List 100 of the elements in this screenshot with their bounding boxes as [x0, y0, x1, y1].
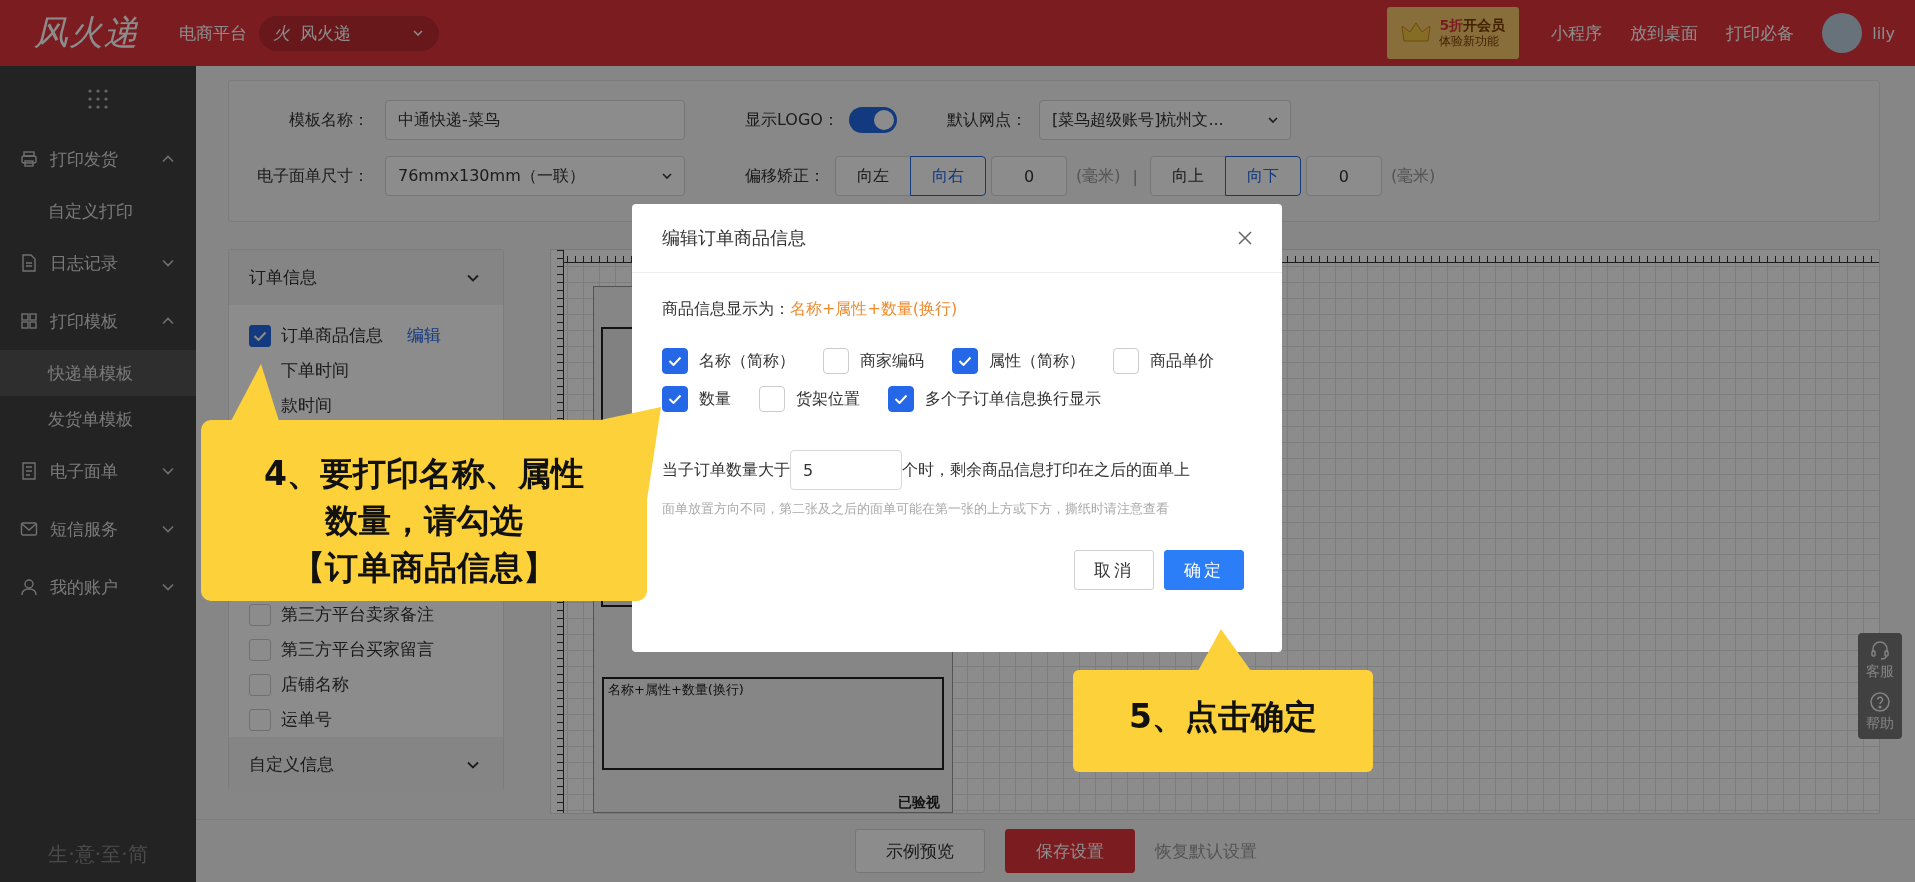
- inspected-text: 已验视: [898, 794, 940, 812]
- headset-icon: [1869, 639, 1891, 661]
- field-label: 店铺名称: [281, 673, 349, 696]
- footer-button[interactable]: 示例预览: [854, 829, 985, 873]
- footer-button[interactable]: 保存设置: [1004, 829, 1135, 873]
- nav-icon: [20, 520, 38, 538]
- offset-field[interactable]: 0: [991, 156, 1067, 196]
- field-label: 偏移矫正：: [745, 165, 825, 187]
- nav-item[interactable]: 短信服务: [0, 500, 196, 558]
- option-label: 属性（简称）: [989, 350, 1085, 372]
- caret-icon: [1267, 117, 1278, 123]
- logo-toggle[interactable]: [848, 107, 897, 133]
- chevron-icon: [162, 467, 174, 475]
- outlet-select[interactable]: [菜鸟超级账号]杭州文...: [1038, 100, 1291, 140]
- nav-icon: [20, 312, 38, 330]
- dots-icon[interactable]: [87, 88, 109, 110]
- vip-subtitle: 体验新功能: [1439, 34, 1501, 49]
- checkbox[interactable]: [952, 348, 978, 374]
- field-label: 显示LOGO：: [745, 109, 839, 131]
- close-icon[interactable]: [1238, 231, 1252, 245]
- nav-icon: [20, 254, 38, 272]
- nav-item[interactable]: 打印发货: [0, 130, 196, 188]
- header-link[interactable]: 打印必备: [1726, 21, 1795, 45]
- vip-banner[interactable]: 5折开会员 体验新功能: [1387, 7, 1520, 59]
- offset-button[interactable]: 向右: [910, 156, 986, 196]
- limit-field[interactable]: 5: [790, 450, 902, 490]
- field-label: 第三方平台卖家备注: [281, 603, 434, 626]
- chevron-icon: [467, 760, 479, 769]
- dialog-button[interactable]: 取消: [1074, 550, 1154, 590]
- separator: |: [1132, 166, 1138, 186]
- offset-button[interactable]: 向左: [835, 156, 911, 196]
- chevron-icon: [162, 525, 174, 533]
- question-icon: [1869, 691, 1891, 713]
- limit-text: 个时，剩余商品信息打印在之后的面单上: [902, 459, 1190, 481]
- nav-item[interactable]: 电子面单: [0, 442, 196, 500]
- offset-field[interactable]: 0: [1305, 156, 1382, 196]
- check-icon: [958, 356, 972, 366]
- check-icon: [668, 394, 682, 404]
- avatar[interactable]: [1822, 13, 1863, 53]
- nav-icon: [20, 150, 38, 168]
- crown-icon: [1401, 21, 1432, 45]
- help-widget-item[interactable]: 客服: [1858, 639, 1902, 681]
- checkbox[interactable]: [662, 348, 688, 374]
- field-label: 款时间: [281, 394, 332, 417]
- template-name-field[interactable]: 中通快递-菜鸟: [385, 100, 685, 140]
- nav-subitem[interactable]: 快递单模板: [0, 350, 196, 396]
- dialog-button[interactable]: 确定: [1164, 550, 1244, 590]
- panel-header[interactable]: 订单信息: [229, 250, 503, 305]
- display-value: 名称+属性+数量(换行): [790, 299, 958, 318]
- option-label: 名称（简称）: [699, 350, 795, 372]
- header-link[interactable]: 放到桌面: [1630, 21, 1699, 45]
- chevron-icon: [162, 155, 174, 163]
- callout-text: 数量，请勾选: [325, 500, 523, 542]
- checkbox[interactable]: [249, 324, 271, 347]
- size-select[interactable]: 76mmx130mm（一联）: [385, 156, 685, 196]
- field-label: 模板名称：: [288, 109, 369, 131]
- check-icon: [668, 356, 682, 366]
- field-label: 下单时间: [281, 359, 349, 382]
- field-label: 运单号: [281, 708, 332, 731]
- option-label: 商品单价: [1150, 350, 1214, 372]
- limit-text: 当子订单数量大于: [662, 459, 790, 481]
- panel-header[interactable]: 自定义信息: [229, 737, 503, 792]
- nav-item[interactable]: 打印模板: [0, 292, 196, 350]
- user-name[interactable]: lily: [1872, 23, 1895, 43]
- check-icon: [253, 330, 267, 341]
- callout-text: 【订单商品信息】: [292, 547, 556, 589]
- chevron-icon: [162, 583, 174, 591]
- nav-subitem[interactable]: 自定义打印: [0, 188, 196, 234]
- callout-text: 5、点击确定: [1129, 696, 1317, 738]
- nav-item[interactable]: 我的账户: [0, 558, 196, 616]
- field-label: 第三方平台买家留言: [281, 638, 434, 661]
- nav-icon: [20, 462, 38, 480]
- logo[interactable]: 风火递: [34, 10, 139, 56]
- callout-text: 4、要打印名称、属性: [264, 453, 584, 495]
- option-label: 货架位置: [796, 388, 860, 410]
- header-link[interactable]: 小程序: [1551, 21, 1603, 45]
- option-label: 商家编码: [860, 350, 924, 372]
- edit-link[interactable]: 编辑: [407, 324, 441, 347]
- checkbox[interactable]: [662, 386, 688, 412]
- nav-item[interactable]: 日志记录: [0, 234, 196, 292]
- check-icon: [894, 394, 908, 404]
- field-label: 订单商品信息: [281, 324, 383, 347]
- vip-title: 5折开会员: [1439, 17, 1506, 35]
- caret-icon: [662, 173, 672, 179]
- nav-subitem[interactable]: 发货单模板: [0, 396, 196, 442]
- dialog-title: 编辑订单商品信息: [662, 226, 806, 250]
- option-label: 多个子订单信息换行显示: [925, 388, 1101, 410]
- field-label: 电子面单尺寸：: [256, 165, 369, 187]
- chevron-icon: [162, 259, 174, 267]
- offset-button[interactable]: 向上: [1149, 156, 1226, 196]
- caret-icon: [413, 30, 423, 36]
- nav-icon: [20, 578, 38, 596]
- option-label: 数量: [699, 388, 731, 410]
- field-label: 默认网点：: [946, 109, 1027, 131]
- display-label: 商品信息显示为：: [662, 299, 790, 318]
- platform-label: 电商平台: [179, 21, 247, 45]
- chevron-icon: [467, 273, 479, 282]
- offset-button[interactable]: 向下: [1224, 156, 1301, 196]
- product-field: 名称+属性+数量(换行): [602, 677, 944, 770]
- checkbox[interactable]: [888, 386, 914, 412]
